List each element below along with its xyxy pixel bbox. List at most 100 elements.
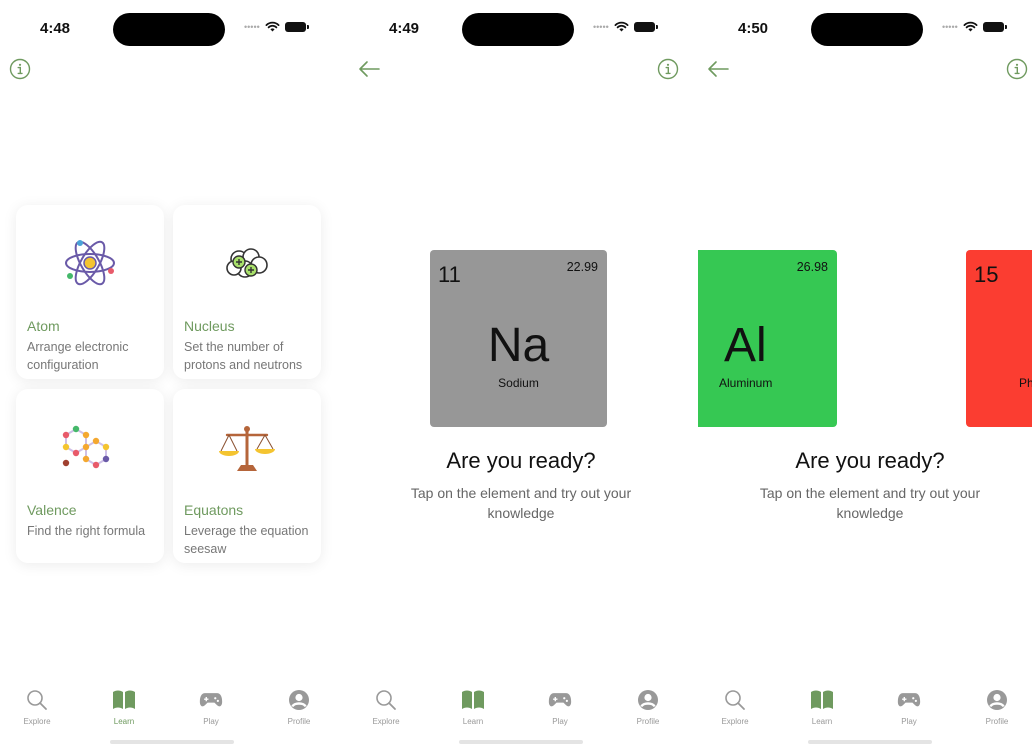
element-symbol: Al — [724, 319, 767, 372]
element-carousel-screen: 4:50 ••••• 26.98 Al Aluminum 15 Ph Are y… — [698, 0, 1032, 745]
book-icon — [461, 688, 485, 712]
battery-icon — [982, 21, 1007, 32]
nucleus-card[interactable]: Nucleus Set the number of protons and ne… — [173, 205, 321, 379]
equations-card[interactable]: Equatons Leverage the equation seesaw — [173, 389, 321, 563]
back-arrow-icon[interactable] — [356, 56, 382, 82]
element-tile-aluminum[interactable]: 26.98 Al Aluminum — [698, 250, 837, 427]
balance-scale-icon — [215, 415, 279, 479]
tab-label: Play — [203, 717, 219, 726]
molecule-icon — [58, 415, 122, 479]
atom-icon — [58, 231, 122, 295]
card-description: Leverage the equation seesaw — [184, 524, 309, 556]
tab-play[interactable]: Play — [181, 688, 241, 726]
dynamic-island — [462, 13, 574, 46]
profile-icon — [636, 688, 660, 712]
tab-label: Play — [901, 717, 917, 726]
dynamic-island — [113, 13, 225, 46]
ready-heading: Are you ready? — [795, 448, 945, 473]
tab-label: Profile — [985, 717, 1009, 726]
atom-card[interactable]: Atom Arrange electronic configuration — [16, 205, 164, 379]
tab-label: Learn — [113, 717, 135, 726]
card-description: Arrange electronic configuration — [27, 340, 129, 372]
battery-icon — [633, 21, 658, 32]
search-icon — [374, 688, 398, 712]
tab-learn[interactable]: Learn — [94, 688, 154, 726]
status-time: 4:48 — [40, 20, 71, 37]
card-title: Nucleus — [184, 318, 235, 334]
dynamic-island — [811, 13, 923, 46]
gamepad-icon — [548, 688, 572, 712]
tab-explore[interactable]: Explore — [356, 688, 416, 726]
profile-icon — [287, 688, 311, 712]
tab-label: Learn — [462, 717, 484, 726]
status-bar: 4:48 ••••• — [0, 0, 344, 56]
nucleus-icon — [215, 231, 279, 295]
tab-label: Profile — [287, 717, 311, 726]
search-icon — [25, 688, 49, 712]
element-name: Sodium — [498, 376, 539, 390]
element-quiz-screen: 4:49 ••••• 11 22.99 Na Sodium Are you re… — [349, 0, 693, 745]
tab-label: Play — [552, 717, 568, 726]
status-bar: 4:49 ••••• — [349, 0, 693, 56]
status-icons: ••••• — [942, 21, 1007, 32]
wifi-icon — [614, 21, 629, 32]
tab-bar: Explore Learn Play Profile — [0, 688, 344, 728]
card-description: Set the number of protons and neutrons — [184, 340, 303, 372]
tab-bar: Explore Learn Play Profile — [698, 688, 1032, 728]
battery-icon — [284, 21, 309, 32]
card-title: Atom — [27, 318, 60, 334]
ready-subtitle: Tap on the element and try out your know… — [410, 485, 632, 521]
tab-label: Learn — [811, 717, 833, 726]
search-icon — [723, 688, 747, 712]
element-tile-sodium[interactable]: 11 22.99 Na Sodium — [430, 250, 607, 427]
tab-bar: Explore Learn Play Profile — [349, 688, 693, 728]
element-name-partial: Ph — [1019, 376, 1032, 390]
atomic-mass: 26.98 — [796, 260, 828, 274]
atomic-number: 15 — [974, 262, 999, 287]
card-title: Valence — [27, 502, 77, 518]
tab-profile[interactable]: Profile — [269, 688, 329, 726]
status-time: 4:49 — [389, 20, 420, 37]
home-indicator — [110, 740, 234, 744]
cellular-signal-icon: ••••• — [942, 21, 958, 32]
tab-learn[interactable]: Learn — [443, 688, 503, 726]
card-title: Equatons — [184, 502, 244, 518]
learn-menu-screen: 4:48 ••••• Atom Arrange electronic confi… — [0, 0, 344, 745]
ready-heading: Are you ready? — [446, 448, 596, 473]
profile-icon — [985, 688, 1009, 712]
status-icons: ••••• — [244, 21, 309, 32]
tab-profile[interactable]: Profile — [618, 688, 678, 726]
home-indicator — [459, 740, 583, 744]
wifi-icon — [265, 21, 280, 32]
atomic-mass: 22.99 — [566, 260, 598, 274]
element-symbol: Na — [487, 319, 550, 372]
status-icons: ••••• — [593, 21, 658, 32]
info-icon[interactable] — [655, 56, 681, 82]
book-icon — [810, 688, 834, 712]
tab-label: Explore — [372, 717, 400, 726]
tab-explore[interactable]: Explore — [7, 688, 67, 726]
tab-profile[interactable]: Profile — [967, 688, 1027, 726]
tab-learn[interactable]: Learn — [792, 688, 852, 726]
ready-subtitle: Tap on the element and try out your know… — [759, 485, 981, 521]
info-icon[interactable] — [1004, 56, 1030, 82]
card-description: Find the right formula — [27, 524, 146, 538]
info-icon[interactable] — [7, 56, 33, 82]
book-icon — [112, 688, 136, 712]
element-name: Aluminum — [719, 376, 773, 390]
back-arrow-icon[interactable] — [705, 56, 731, 82]
valence-card[interactable]: Valence Find the right formula — [16, 389, 164, 563]
gamepad-icon — [199, 688, 223, 712]
cellular-signal-icon: ••••• — [244, 21, 260, 32]
tab-play[interactable]: Play — [530, 688, 590, 726]
tab-label: Profile — [636, 717, 660, 726]
tab-explore[interactable]: Explore — [705, 688, 765, 726]
cellular-signal-icon: ••••• — [593, 21, 609, 32]
tab-play[interactable]: Play — [879, 688, 939, 726]
tab-label: Explore — [23, 717, 51, 726]
gamepad-icon — [897, 688, 921, 712]
wifi-icon — [963, 21, 978, 32]
status-bar: 4:50 ••••• — [698, 0, 1032, 56]
atomic-number: 11 — [438, 262, 461, 287]
element-tile-phosphorus[interactable]: 15 Ph — [966, 250, 1032, 427]
